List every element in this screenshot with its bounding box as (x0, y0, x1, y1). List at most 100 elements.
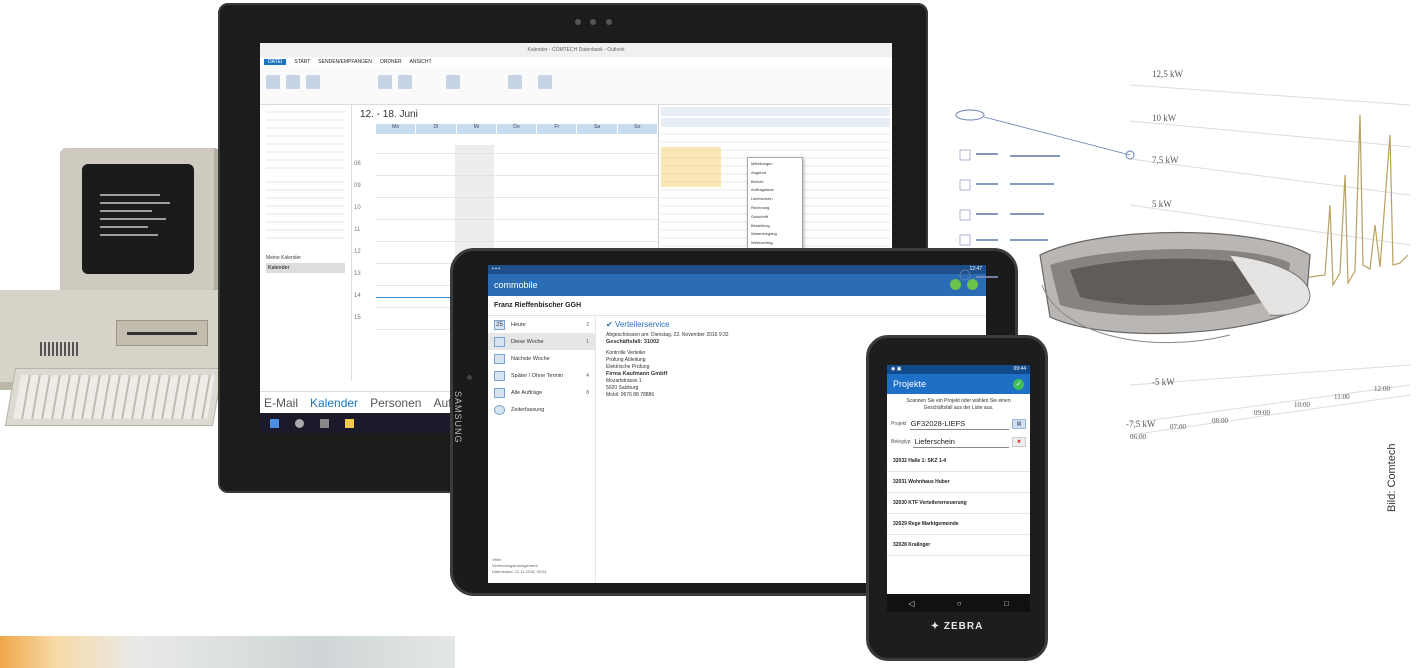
nav-item-label: Zeiterfassung (511, 406, 545, 413)
crt-monitor (60, 148, 220, 298)
hour-label: 10 (354, 205, 361, 211)
recents-icon[interactable]: □ (1004, 599, 1009, 608)
nav-calendar[interactable]: Kalender (310, 396, 358, 410)
pc-vent (40, 342, 80, 356)
hour-label: 08 (354, 161, 361, 167)
back-icon[interactable]: ◁ (908, 599, 914, 608)
list-item[interactable]: 32028 Kralinger (887, 535, 1030, 556)
weekday-header: Mo Di Mi Do Fr Sa So (376, 124, 658, 134)
nav-item-label: Alle Aufträge (511, 389, 543, 396)
y-axis-label: 10 kW (1152, 113, 1177, 123)
calendar-icon: 25 (494, 319, 505, 330)
weekday: Mi (456, 124, 497, 134)
calendar-item[interactable]: Kalender (266, 263, 345, 273)
camera-dot (575, 19, 581, 25)
x-axis-label: 06:00 (1130, 433, 1146, 441)
screen-title: Projekte (893, 379, 927, 389)
x-axis-label: 09:00 (1254, 409, 1270, 417)
panel-header (661, 107, 890, 116)
nav-item-label: Heute (511, 321, 526, 328)
mini-calendar[interactable] (266, 181, 345, 245)
vintage-pc-photo (0, 140, 230, 430)
hour-label: 13 (354, 271, 361, 277)
nav-item-all-orders[interactable]: Alle Aufträge 8 (488, 384, 595, 401)
footer-line: Datenstand: 22.11.2016, 09:51 (492, 569, 547, 574)
ribbon-tab[interactable]: START (294, 59, 310, 65)
hour-label: 14 (354, 293, 361, 299)
panel-header (661, 118, 890, 127)
nav-people[interactable]: Personen (370, 396, 421, 410)
mini-calendar[interactable] (266, 111, 345, 175)
ribbon-tab[interactable]: ORDNER (380, 59, 402, 65)
folder-icon[interactable] (345, 418, 354, 428)
calendar-sidebar: Meine Kalender Kalender (260, 105, 352, 381)
zebra-logo: ✦ ZEBRA (930, 621, 984, 632)
home-icon[interactable]: ○ (957, 599, 962, 608)
status-bar: ▪ ▪ ▪ 12:47 (488, 265, 986, 274)
y-axis-label: 5 kW (1152, 199, 1172, 209)
y-axis-label: -5 kW (1152, 377, 1175, 387)
ar-headset-graphic: 12,5 kW 10 kW 7,5 kW 5 kW -5 kW -7,5 kW … (930, 55, 1420, 475)
ribbon-tab[interactable]: SENDEN/EMPFANGEN (318, 59, 372, 65)
task-view-icon[interactable] (320, 418, 329, 428)
weekday: Mo (376, 124, 417, 134)
app-bar: commobile (488, 274, 986, 296)
nav-item-today[interactable]: 25 Heute 2 (488, 316, 595, 333)
camera-dot (606, 19, 612, 25)
search-icon[interactable] (295, 418, 304, 428)
x-axis-label: 08:00 (1212, 417, 1228, 425)
menu-item[interactable]: Auftragsbest. (751, 186, 799, 195)
menu-item[interactable]: Lieferschein (751, 195, 799, 204)
zebra-brand: ZEBRA (943, 621, 984, 632)
nav-item-time-tracking[interactable]: Zeiterfassung (488, 401, 595, 418)
pc-keyboard (4, 368, 224, 426)
nav-item-next-week[interactable]: Nächste Woche (488, 350, 595, 367)
nav-item-later[interactable]: Später / Ohne Termin 4 (488, 367, 595, 384)
nav-item-count: 8 (586, 389, 589, 396)
list-item[interactable]: 32031 Wohnhaus Huber (887, 472, 1030, 493)
ribbon-tab[interactable]: DATEI (264, 59, 287, 65)
x-axis-label: 07:00 (1170, 423, 1186, 431)
hour-labels: 08 09 10 11 12 13 14 15 (354, 153, 361, 329)
menu-item[interactable]: Angebot (751, 169, 799, 178)
list-item[interactable]: 32030 KTF Verteilererneuerung (887, 493, 1030, 514)
y-axis-label: 7,5 kW (1152, 155, 1179, 165)
nav-item-label: Diese Woche (511, 338, 544, 345)
list-icon (494, 370, 505, 381)
menu-item[interactable]: Wareneingang (751, 230, 799, 239)
ribbon (260, 67, 892, 105)
nav-mail[interactable]: E-Mail (264, 396, 298, 410)
hour-label: 11 (354, 227, 361, 233)
nav-item-label: Später / Ohne Termin (511, 372, 564, 379)
windows-start-icon[interactable] (270, 418, 279, 428)
doc-type-label: Belegtyp (891, 439, 911, 445)
hour-label: 15 (354, 315, 361, 321)
floppy-drive (116, 320, 208, 346)
y-axis-label: 12,5 kW (1152, 69, 1184, 79)
menu-item[interactable]: Mitteilungen (751, 160, 799, 169)
menu-item[interactable]: Rechnung (751, 204, 799, 213)
nav-item-this-week[interactable]: Diese Woche 1 (488, 333, 595, 350)
menu-item[interactable]: Werkvertrag (751, 239, 799, 248)
folder-icon (494, 387, 505, 398)
nav-item-count: 2 (586, 321, 589, 328)
hour-label: 09 (354, 183, 361, 189)
menu-item[interactable]: Bestellung (751, 222, 799, 231)
menu-item[interactable]: Bericht (751, 178, 799, 187)
weekday: Di (416, 124, 457, 134)
menu-item[interactable]: Gutschrift (751, 213, 799, 222)
service-title: ✔ Verteilerservice (606, 320, 670, 329)
camera-dot (590, 19, 596, 25)
sync-footer: Vittel Verbindungsmanagement Datenstand:… (492, 557, 547, 575)
company-name: Franz Rieffenbischer GGH (488, 296, 986, 316)
weekday: Do (496, 124, 538, 134)
y-axis-label: -7,5 kW (1126, 419, 1156, 429)
ribbon-tab[interactable]: ANSICHT (410, 59, 432, 65)
nav-item-count: 1 (586, 338, 589, 345)
hololens-headset (1039, 231, 1311, 344)
weekday: So (617, 124, 658, 134)
list-item[interactable]: 32029 Rege Marktgemeinde (887, 514, 1030, 535)
samsung-logo: SAMSUNG (453, 391, 463, 444)
crt-screen (82, 164, 194, 274)
camera-dot (467, 375, 472, 380)
